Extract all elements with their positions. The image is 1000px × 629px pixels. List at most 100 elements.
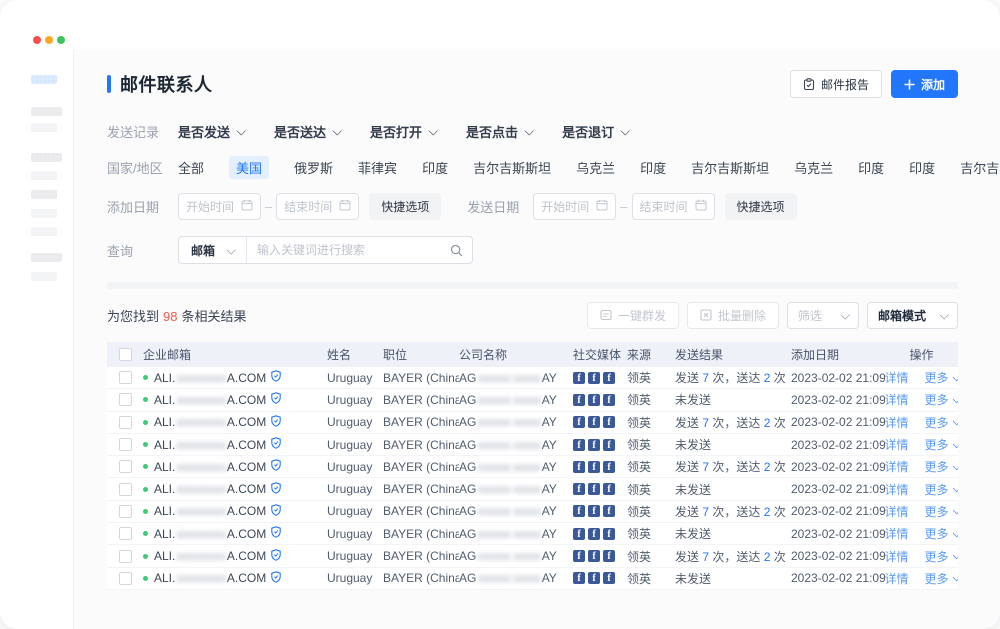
- facebook-icon[interactable]: f: [603, 483, 615, 495]
- traffic-light-minimize-icon[interactable]: [45, 36, 53, 44]
- detail-link[interactable]: 详情: [885, 570, 909, 587]
- row-checkbox[interactable]: [119, 371, 132, 384]
- detail-link[interactable]: 详情: [885, 414, 909, 431]
- send-record-label: 发送记录: [107, 122, 164, 141]
- detail-link[interactable]: 详情: [885, 436, 909, 453]
- facebook-icon[interactable]: f: [588, 461, 600, 473]
- filter-dropdown[interactable]: 是否退订: [562, 122, 628, 141]
- country-option[interactable]: 吉尔吉斯斯坦: [473, 158, 551, 177]
- country-option[interactable]: 乌克兰: [576, 158, 615, 177]
- detail-link[interactable]: 详情: [885, 548, 909, 565]
- facebook-icon[interactable]: f: [603, 572, 615, 584]
- country-option[interactable]: 美国: [229, 156, 269, 179]
- facebook-icon[interactable]: f: [603, 439, 615, 451]
- more-link[interactable]: 更多: [925, 481, 959, 498]
- traffic-light-zoom-icon[interactable]: [57, 36, 65, 44]
- more-link[interactable]: 更多: [925, 458, 959, 475]
- add-date-start-input[interactable]: [178, 193, 261, 220]
- search-input[interactable]: [247, 243, 450, 257]
- facebook-icon[interactable]: f: [588, 483, 600, 495]
- more-link[interactable]: 更多: [925, 414, 959, 431]
- country-option[interactable]: 乌克兰: [794, 158, 833, 177]
- traffic-light-close-icon[interactable]: [33, 36, 41, 44]
- facebook-icon[interactable]: f: [573, 505, 585, 517]
- detail-link[interactable]: 详情: [885, 481, 909, 498]
- facebook-icon[interactable]: f: [588, 528, 600, 540]
- facebook-icon[interactable]: f: [603, 528, 615, 540]
- more-link[interactable]: 更多: [925, 369, 959, 386]
- bulk-delete-button[interactable]: 批量删除: [687, 302, 779, 329]
- select-all-checkbox[interactable]: [119, 348, 132, 361]
- facebook-icon[interactable]: f: [588, 394, 600, 406]
- table-row: ALI.xxxxxxxxxA.COM Uruguay BAYER (China)…: [107, 478, 958, 500]
- row-checkbox[interactable]: [119, 572, 132, 585]
- facebook-icon[interactable]: f: [573, 372, 585, 384]
- row-checkbox[interactable]: [119, 393, 132, 406]
- facebook-icon[interactable]: f: [588, 416, 600, 428]
- add-button[interactable]: 添加: [891, 70, 958, 98]
- facebook-icon[interactable]: f: [603, 550, 615, 562]
- facebook-icon[interactable]: f: [588, 372, 600, 384]
- facebook-icon[interactable]: f: [573, 439, 585, 451]
- facebook-icon[interactable]: f: [573, 572, 585, 584]
- facebook-icon[interactable]: f: [588, 572, 600, 584]
- row-checkbox[interactable]: [119, 550, 132, 563]
- mail-report-button[interactable]: 邮件报告: [790, 70, 882, 98]
- country-option[interactable]: 菲律宾: [358, 158, 397, 177]
- more-link[interactable]: 更多: [925, 503, 959, 520]
- facebook-icon[interactable]: f: [588, 439, 600, 451]
- country-option[interactable]: 印度: [422, 158, 448, 177]
- filter-dropdown[interactable]: 是否打开: [370, 122, 436, 141]
- facebook-icon[interactable]: f: [573, 416, 585, 428]
- row-checkbox[interactable]: [119, 505, 132, 518]
- facebook-icon[interactable]: f: [603, 505, 615, 517]
- detail-link[interactable]: 详情: [885, 525, 909, 542]
- filter-dropdown[interactable]: 是否点击: [466, 122, 532, 141]
- country-option[interactable]: 吉尔吉斯斯坦: [960, 158, 1000, 177]
- more-link[interactable]: 更多: [925, 436, 959, 453]
- query-type-select[interactable]: 邮箱: [179, 237, 247, 263]
- send-date-quick-options-button[interactable]: 快捷选项: [725, 193, 797, 220]
- add-date-quick-options-button[interactable]: 快捷选项: [369, 193, 441, 220]
- add-date-end-input[interactable]: [276, 193, 359, 220]
- sidebar-skeleton-item: [31, 107, 62, 116]
- row-checkbox[interactable]: [119, 438, 132, 451]
- filter-dropdown[interactable]: 是否送达: [274, 122, 340, 141]
- facebook-icon[interactable]: f: [573, 528, 585, 540]
- more-link[interactable]: 更多: [925, 525, 959, 542]
- country-option[interactable]: 全部: [178, 158, 204, 177]
- filter-dropdown[interactable]: 是否发送: [178, 122, 244, 141]
- more-link[interactable]: 更多: [925, 391, 959, 408]
- facebook-icon[interactable]: f: [573, 394, 585, 406]
- country-option[interactable]: 印度: [640, 158, 666, 177]
- detail-link[interactable]: 详情: [885, 458, 909, 475]
- facebook-icon[interactable]: f: [603, 394, 615, 406]
- facebook-icon[interactable]: f: [603, 461, 615, 473]
- more-link[interactable]: 更多: [925, 570, 959, 587]
- country-option[interactable]: 印度: [909, 158, 935, 177]
- row-checkbox[interactable]: [119, 460, 132, 473]
- country-option[interactable]: 俄罗斯: [294, 158, 333, 177]
- filter-select[interactable]: 筛选: [787, 302, 859, 329]
- facebook-icon[interactable]: f: [588, 550, 600, 562]
- mode-select[interactable]: 邮箱模式: [867, 302, 958, 329]
- facebook-icon[interactable]: f: [588, 505, 600, 517]
- country-option[interactable]: 印度: [858, 158, 884, 177]
- send-date-start-input[interactable]: [533, 193, 616, 220]
- more-link[interactable]: 更多: [925, 548, 959, 565]
- facebook-icon[interactable]: f: [603, 372, 615, 384]
- email-cell: ALI.xxxxxxxxxA.COM: [143, 526, 327, 541]
- send-date-end-input[interactable]: [632, 193, 715, 220]
- row-checkbox[interactable]: [119, 527, 132, 540]
- country-option[interactable]: 吉尔吉斯斯坦: [691, 158, 769, 177]
- row-checkbox[interactable]: [119, 416, 132, 429]
- facebook-icon[interactable]: f: [573, 483, 585, 495]
- facebook-icon[interactable]: f: [573, 550, 585, 562]
- facebook-icon[interactable]: f: [573, 461, 585, 473]
- facebook-icon[interactable]: f: [603, 416, 615, 428]
- detail-link[interactable]: 详情: [885, 369, 909, 386]
- detail-link[interactable]: 详情: [885, 391, 909, 408]
- row-checkbox[interactable]: [119, 483, 132, 496]
- bulk-send-button[interactable]: 一键群发: [587, 302, 679, 329]
- detail-link[interactable]: 详情: [885, 503, 909, 520]
